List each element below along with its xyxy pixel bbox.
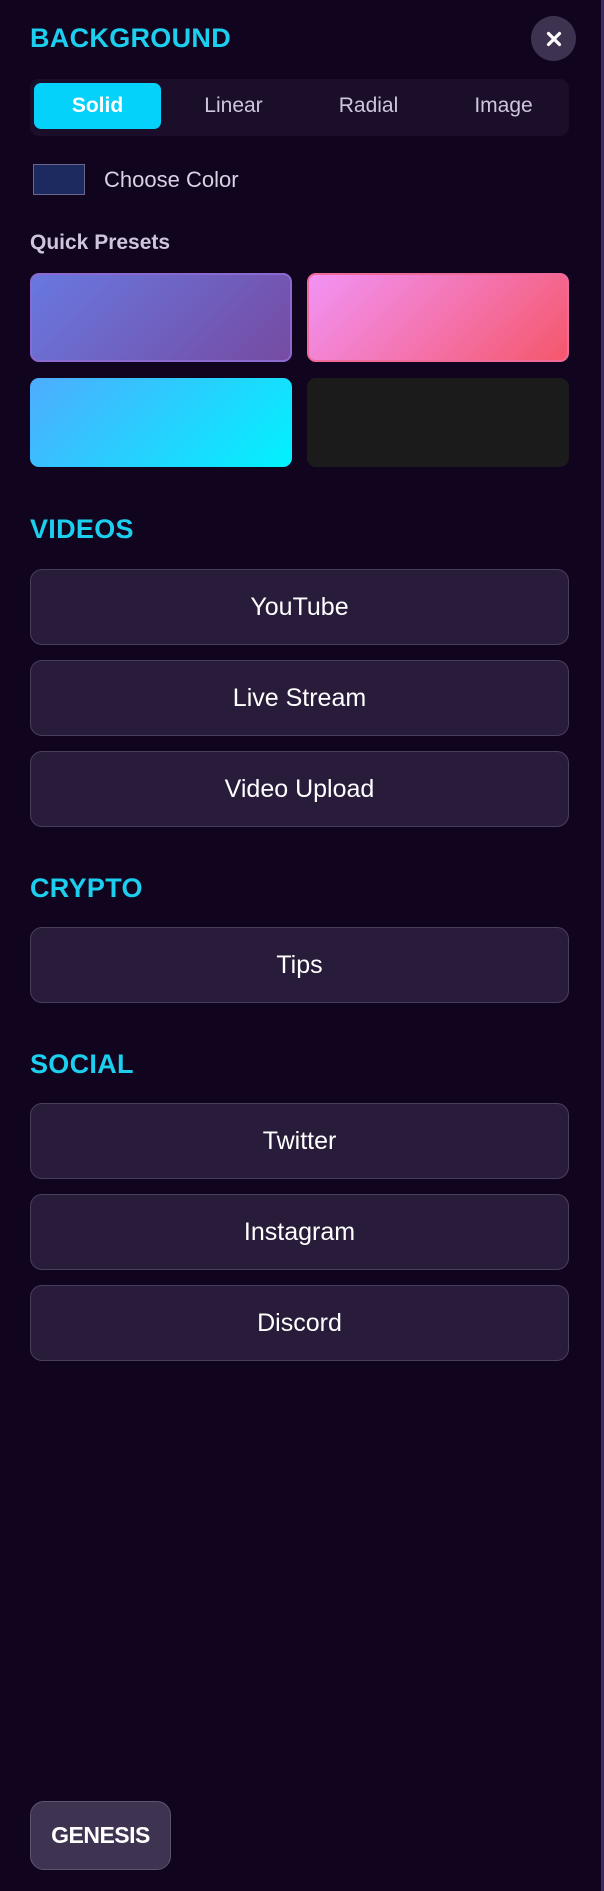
color-swatch[interactable]: [33, 164, 85, 195]
discord-button[interactable]: Discord: [30, 1285, 569, 1361]
preset-pink-gradient[interactable]: [307, 273, 569, 362]
video-upload-button[interactable]: Video Upload: [30, 751, 569, 827]
youtube-button[interactable]: YouTube: [30, 569, 569, 645]
videos-section-title: VIDEOS: [30, 514, 134, 544]
background-type-tabs: Solid Linear Radial Image: [30, 79, 569, 136]
close-button[interactable]: [531, 16, 576, 61]
preset-dark-solid[interactable]: [307, 378, 569, 467]
preset-cyan-gradient[interactable]: [30, 378, 292, 467]
preset-purple-gradient[interactable]: [30, 273, 292, 362]
tab-image[interactable]: Image: [440, 83, 567, 129]
quick-presets-heading: Quick Presets: [30, 231, 171, 254]
genesis-brand-button[interactable]: GENESIS: [30, 1801, 171, 1870]
close-icon: [546, 31, 561, 46]
crypto-section-title: CRYPTO: [30, 873, 143, 903]
live-stream-button[interactable]: Live Stream: [30, 660, 569, 736]
background-section-title: BACKGROUND: [30, 23, 231, 53]
instagram-button[interactable]: Instagram: [30, 1194, 569, 1270]
tab-radial[interactable]: Radial: [305, 83, 432, 129]
color-picker-row: Choose Color: [33, 163, 239, 196]
tab-linear[interactable]: Linear: [170, 83, 297, 129]
social-section-title: SOCIAL: [30, 1049, 134, 1079]
tips-button[interactable]: Tips: [30, 927, 569, 1003]
tab-solid[interactable]: Solid: [34, 83, 161, 129]
twitter-button[interactable]: Twitter: [30, 1103, 569, 1179]
choose-color-label[interactable]: Choose Color: [104, 167, 239, 193]
